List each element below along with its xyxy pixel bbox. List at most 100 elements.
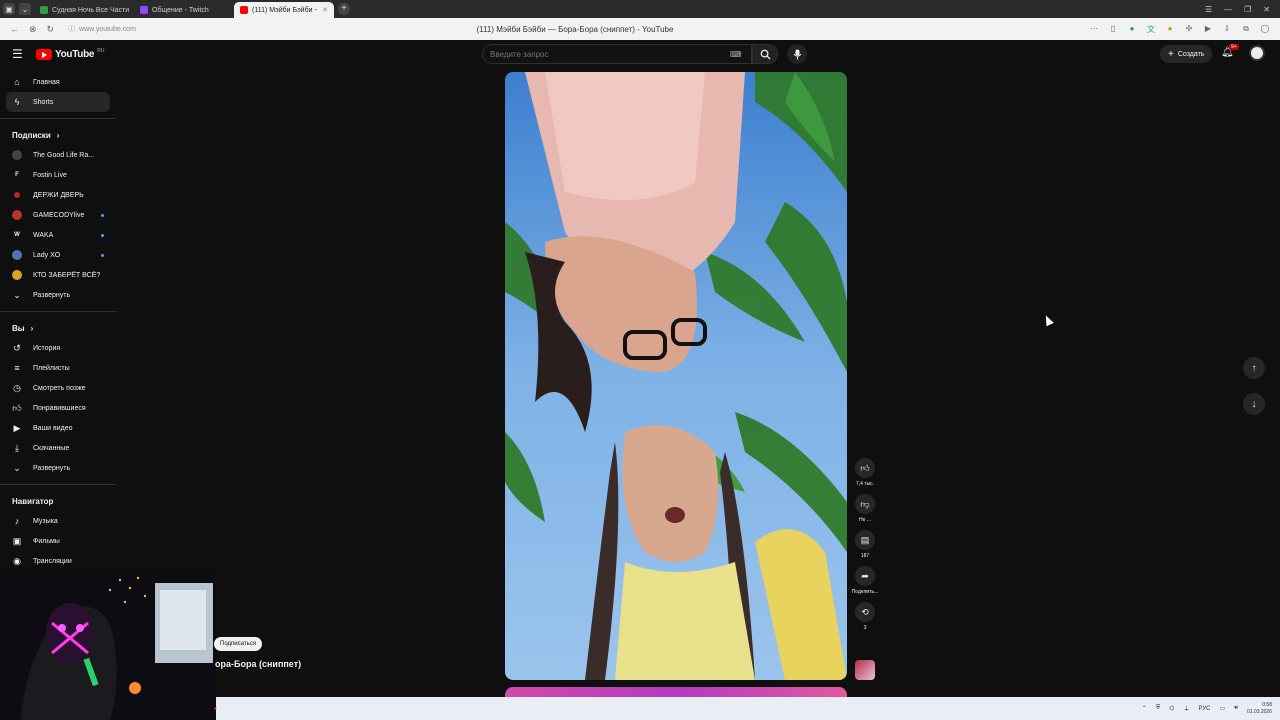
share-button[interactable]: ➦ [855,566,875,586]
remix-button[interactable]: ⟲ [855,602,875,622]
channel-avatar: F [12,170,22,180]
avatar[interactable] [1249,45,1265,61]
network-icon[interactable]: ⌬ [1169,705,1174,712]
sound-thumbnail[interactable] [855,660,875,680]
sidebar-item-films[interactable]: ▣ Фильмы [6,531,110,551]
youtube-icon [240,6,248,14]
next-short-button[interactable]: ↓ [1243,393,1265,415]
downloads-icon[interactable]: ⇩ [1222,24,1232,35]
sidebar-expand-you[interactable]: ⌄ Развернуть [6,458,110,478]
screenshot-icon[interactable]: ⧉ [1241,24,1251,35]
mouse-cursor [1042,313,1054,327]
bookmark-icon[interactable]: ▯ [1108,24,1118,35]
create-button[interactable]: + Создать [1160,45,1213,63]
home-icon: ⌂ [14,77,20,87]
minimize-icon[interactable]: — [1224,5,1232,14]
workspaces-icon[interactable]: ▣ [3,3,15,15]
extensions-icon[interactable]: ✣ [1184,24,1194,35]
sidebar-channel[interactable]: GAMECODYlive [6,205,110,225]
plus-icon: + [1168,48,1174,60]
sidebar-item-label: Развернуть [33,291,71,299]
volume-icon[interactable]: 🔊︎ [1234,705,1238,712]
sidebar-channel[interactable]: КТО ЗАБЕРЁТ ВСЁ? [6,265,110,285]
extension-icon[interactable]: ● [1127,24,1137,35]
tab-twitch[interactable]: Общение - Twitch [134,2,234,18]
url-field[interactable]: ⓘ www.youtube.com [68,24,136,34]
language-indicator[interactable]: РУС [1199,706,1211,712]
thumbs-up-icon: 👍︎ [12,402,22,413]
back-icon[interactable]: ← [10,24,19,35]
sidebar-channel[interactable]: F Fostin Live [6,165,110,185]
profile-icon[interactable]: ◯ [1260,24,1270,35]
sidebar-channel[interactable]: Lady XO [6,245,110,265]
film-icon: ▣ [12,535,22,546]
toolbar-icons: ⋯ ▯ ● 文 ● ✣ ▶ ⇩ ⧉ ◯ [1089,24,1280,35]
close-tab-icon[interactable]: ✕ [322,6,328,14]
tab-purge[interactable]: Судная Ночь Все Части [34,2,134,18]
sidebar-channel[interactable]: W WAKA [6,225,110,245]
forward-icon[interactable]: ⊗ [29,24,37,35]
previous-short-button[interactable]: ↑ [1243,357,1265,379]
search-button[interactable] [752,44,778,64]
subscriptions-heading[interactable]: Подписки › [6,125,110,145]
comments-button[interactable]: ▤ [855,530,875,550]
reload-icon[interactable]: ↻ [47,24,55,35]
sidebar-item-label: Трансляции [33,557,72,565]
monitor-icon[interactable]: ▭ [1220,705,1226,712]
sidebar-item-watch-later[interactable]: ◷ Смотреть позже [6,378,110,398]
your-videos-icon: ▶ [13,422,21,433]
subscribe-button[interactable]: Подписаться [214,637,262,651]
system-tray: ⌃ ⛨ ⌬ ⏚ РУС ▭ 🔊︎ 0:58 01.03.2026 [1142,702,1280,716]
dislike-label: Не ... [859,517,871,523]
tab-label: (111) Мэйби Бэйби - [252,6,317,14]
sidebar-expand-subscriptions[interactable]: ⌄ Развернуть [6,285,110,305]
sidebar-item-downloads[interactable]: ⤓ Скачанные [6,438,110,458]
shorts-video-player[interactable] [505,72,847,680]
hamburger-menu-icon[interactable]: ☰ [12,47,26,61]
dislike-button[interactable]: 👎︎ [855,494,875,514]
translate-icon[interactable]: 文 [1146,24,1156,35]
more-icon[interactable]: ⋯ [1089,24,1099,35]
sidebar-item-label: Ваши видео [33,424,73,432]
media-icon[interactable]: ▶ [1203,24,1213,35]
usb-icon[interactable]: ⏚ [1183,704,1189,713]
channel-avatar [14,192,20,198]
notifications-button[interactable]: 🔔︎ 9+ [1221,44,1239,58]
chevron-up-icon[interactable]: ⌃ [1142,705,1147,712]
sidebar-item-liked[interactable]: 👍︎ Понравившиеся [6,398,110,418]
sidebar-item-label: Shorts [33,98,54,106]
tab-youtube[interactable]: (111) Мэйби Бэйби - ✕ [234,2,334,18]
sidebar-item-shorts[interactable]: ϟ Shorts [6,92,110,112]
voice-search-button[interactable] [787,44,807,64]
taskbar-app-icon[interactable]: ▪ [214,704,217,713]
like-button[interactable]: 👍︎ [855,458,875,478]
vpn-icon[interactable]: ● [1165,24,1175,35]
search-input[interactable] [490,49,730,59]
restore-icon[interactable]: ❐ [1244,5,1251,14]
remix-count: 3 [863,625,867,631]
sidebar-item-history[interactable]: ↺ История [6,338,110,358]
site-info-icon[interactable]: ⓘ [68,24,75,34]
keyboard-icon[interactable]: ⌨ [730,50,742,59]
divider [0,484,116,485]
close-window-icon[interactable]: ✕ [1263,5,1270,14]
sidebar-item-music[interactable]: ♪ Музыка [6,511,110,531]
channel-avatar [12,250,22,260]
live-icon: ◉ [13,555,21,566]
mic-icon [793,49,801,59]
sidebar-item-playlists[interactable]: ≡ Плейлисты [6,358,110,378]
clock[interactable]: 0:58 01.03.2026 [1247,702,1272,716]
sidebar-item-home[interactable]: ⌂ Главная [6,72,110,92]
you-heading[interactable]: Вы › [6,318,110,338]
sidebar-channel[interactable]: ДЕРЖИ ДВЕРЬ [6,185,110,205]
youtube-logo[interactable]: YouTube RU [36,48,104,60]
new-tab-button[interactable]: + [338,3,350,15]
sidebar-channel[interactable]: The Good Life Ra... [6,145,110,165]
chevron-down-icon[interactable]: ⌄ [19,3,31,15]
menu-icon[interactable]: ☰ [1205,5,1212,14]
divider [0,311,116,312]
sidebar-item-your-videos[interactable]: ▶ Ваши видео [6,418,110,438]
security-icon[interactable]: ⛨ [1156,705,1161,712]
share-label: Поделить... [851,589,879,595]
shorts-actions: 👍︎ 7,4 тыс. 👎︎ Не ... ▤ 187 ➦ Поделить..… [850,458,880,638]
